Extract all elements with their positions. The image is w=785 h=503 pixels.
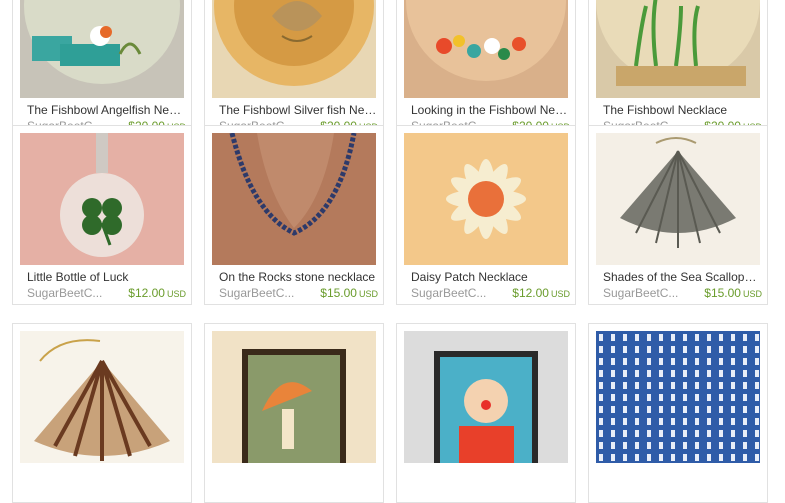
product-title[interactable]: On the Rocks stone necklace	[219, 270, 377, 285]
fishbowl-looking-image	[404, 0, 568, 98]
blue-fabric-image	[596, 331, 760, 463]
product-title[interactable]: Shades of the Sea Scallope...	[603, 270, 761, 285]
bottle-clover-image	[20, 133, 184, 265]
stone-necklace-image	[212, 133, 376, 265]
product-card[interactable]	[12, 323, 192, 503]
product-card[interactable]: On the Rocks stone necklace SugarBeetC..…	[204, 125, 384, 305]
product-image[interactable]	[20, 133, 184, 265]
product-card[interactable]: The Fishbowl Angelfish Nec... SugarBeetC…	[12, 0, 192, 138]
product-card[interactable]: Daisy Patch Necklace SugarBeetC... $12.0…	[396, 125, 576, 305]
product-image[interactable]	[20, 0, 184, 98]
product-card[interactable]: Shades of the Sea Scallope... SugarBeetC…	[588, 125, 768, 305]
product-title[interactable]: Daisy Patch Necklace	[411, 270, 569, 285]
product-card[interactable]	[204, 323, 384, 503]
fishbowl-silverfish-image	[212, 0, 376, 98]
product-image[interactable]	[596, 0, 760, 98]
product-image[interactable]	[596, 133, 760, 265]
mushroom-pendant-image	[212, 331, 376, 463]
product-card[interactable]: The Fishbowl Necklace SugarBeetC... $20.…	[588, 0, 768, 138]
product-image[interactable]	[20, 331, 184, 463]
product-price: $15.00 USD	[320, 286, 378, 300]
product-title[interactable]: The Fishbowl Angelfish Nec...	[27, 103, 185, 118]
shop-name[interactable]: SugarBeetC...	[219, 286, 299, 301]
product-image[interactable]	[212, 133, 376, 265]
fishbowl-necklace-image	[596, 0, 760, 98]
product-price: $15.00 USD	[704, 286, 762, 300]
product-title[interactable]: Little Bottle of Luck	[27, 270, 185, 285]
clown-pendant-image	[404, 331, 568, 463]
scallop-shell-image	[596, 133, 760, 265]
product-price: $12.00 USD	[512, 286, 570, 300]
product-image[interactable]	[404, 133, 568, 265]
daisy-patch-image	[404, 133, 568, 265]
brown-scallop-image	[20, 331, 184, 463]
product-image[interactable]	[596, 331, 760, 463]
product-image[interactable]	[404, 0, 568, 98]
product-card[interactable]: Looking in the Fishbowl Nec... SugarBeet…	[396, 0, 576, 138]
shop-name[interactable]: SugarBeetC...	[603, 286, 683, 301]
product-card[interactable]	[588, 323, 768, 503]
product-price: $12.00 USD	[128, 286, 186, 300]
product-title[interactable]: The Fishbowl Silver fish Nec...	[219, 103, 377, 118]
shop-name[interactable]: SugarBeetC...	[411, 286, 491, 301]
product-card[interactable]	[396, 323, 576, 503]
product-card[interactable]: The Fishbowl Silver fish Nec... SugarBee…	[204, 0, 384, 138]
shop-name[interactable]: SugarBeetC...	[27, 286, 107, 301]
fishbowl-angelfish-image	[20, 0, 184, 98]
product-image[interactable]	[212, 0, 376, 98]
product-card[interactable]: Little Bottle of Luck SugarBeetC... $12.…	[12, 125, 192, 305]
product-title[interactable]: The Fishbowl Necklace	[603, 103, 761, 118]
product-image[interactable]	[212, 331, 376, 463]
product-title[interactable]: Looking in the Fishbowl Nec...	[411, 103, 569, 118]
product-image[interactable]	[404, 331, 568, 463]
